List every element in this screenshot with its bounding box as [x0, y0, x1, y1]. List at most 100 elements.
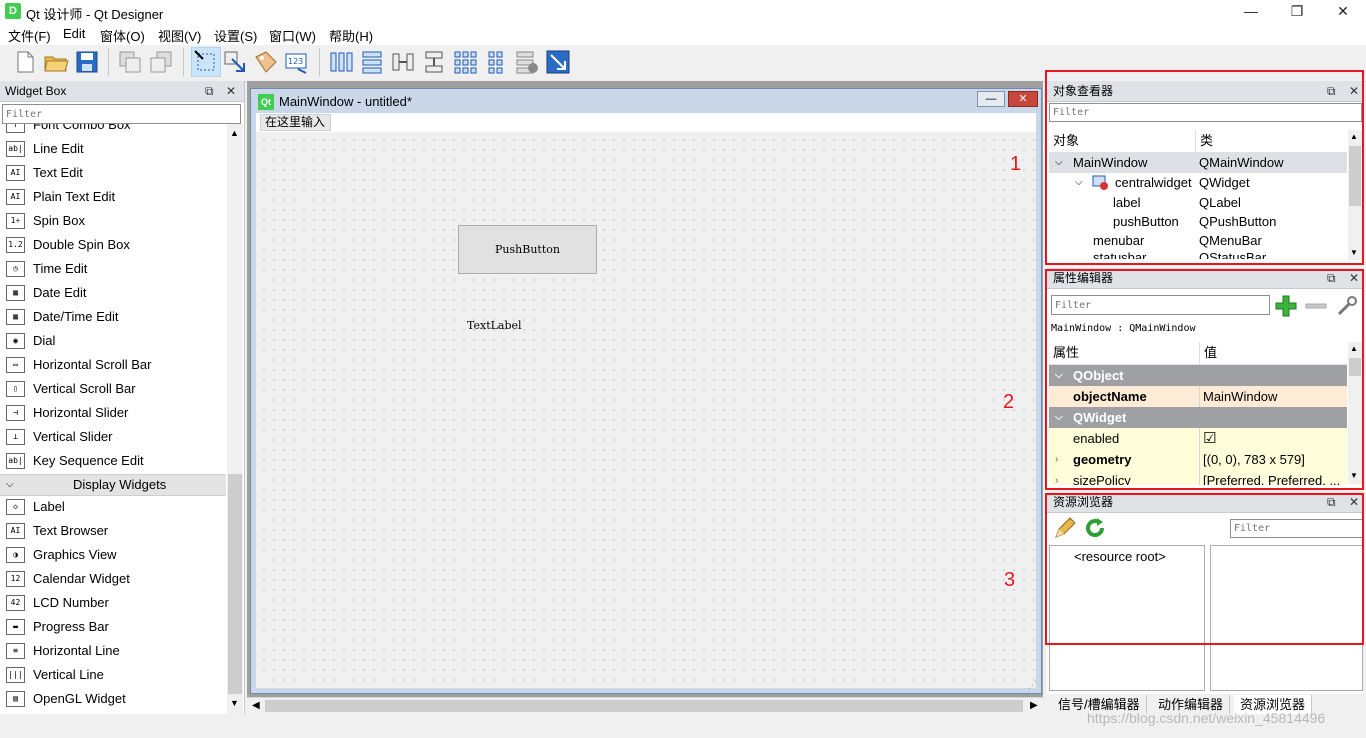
scroll-down-icon[interactable]: ▼: [230, 698, 239, 708]
column-value[interactable]: 值: [1199, 342, 1217, 364]
object-inspector-scrollbar[interactable]: ▲ ▼: [1348, 130, 1362, 260]
float-panel-icon[interactable]: ⧉: [1327, 268, 1336, 288]
scrollbar-thumb[interactable]: [265, 700, 1023, 712]
property-row-geometry[interactable]: › geometry [(0, 0), 783 x 579]: [1049, 449, 1347, 470]
text-label-widget[interactable]: TextLabel: [467, 319, 522, 332]
close-window-button[interactable]: ✕: [1320, 0, 1366, 23]
collapse-chevron-icon[interactable]: ⌵: [1055, 365, 1063, 386]
column-property[interactable]: 属性: [1053, 342, 1079, 364]
property-editor-scrollbar[interactable]: ▲ ▼: [1348, 342, 1362, 484]
edit-widgets-icon[interactable]: [191, 47, 221, 77]
save-icon[interactable]: [74, 49, 100, 75]
property-filter-input[interactable]: [1051, 295, 1270, 315]
edit-tab-order-icon[interactable]: 123: [284, 49, 310, 75]
configure-wrench-icon[interactable]: [1335, 294, 1361, 318]
widget-item[interactable]: ab| Line Edit: [0, 137, 226, 161]
type-here-menu[interactable]: 在这里输入: [260, 114, 331, 131]
resource-file-list[interactable]: [1210, 545, 1363, 691]
property-group-qwidget[interactable]: ⌵ QWidget: [1049, 407, 1347, 428]
property-value[interactable]: MainWindow: [1203, 386, 1277, 407]
tree-object-class[interactable]: QMenuBar: [1199, 231, 1262, 251]
property-value[interactable]: [Preferred, Preferred, ...: [1203, 470, 1340, 485]
send-to-back-icon[interactable]: [117, 49, 143, 75]
resource-tree[interactable]: <resource root>: [1049, 545, 1205, 691]
close-panel-icon[interactable]: ✕: [1349, 81, 1359, 101]
widget-item[interactable]: ◇ Label: [0, 495, 226, 519]
new-file-icon[interactable]: [12, 49, 38, 75]
layout-splitter-horizontal-icon[interactable]: [390, 49, 416, 75]
menu-help[interactable]: 帮助(H): [329, 26, 373, 45]
float-panel-icon[interactable]: ⧉: [205, 81, 214, 101]
scroll-left-icon[interactable]: ◀: [252, 700, 260, 711]
widget-item[interactable]: ⊥ Vertical Slider: [0, 425, 226, 449]
widget-item[interactable]: f Font Combo Box: [0, 124, 226, 137]
layout-vertical-icon[interactable]: [359, 49, 385, 75]
form-canvas[interactable]: [256, 132, 1036, 688]
float-panel-icon[interactable]: ⧉: [1327, 81, 1336, 101]
push-button-widget[interactable]: PushButton: [458, 225, 597, 274]
scrollbar-thumb[interactable]: [1349, 146, 1361, 206]
tree-object-name[interactable]: MainWindow: [1073, 153, 1147, 173]
widget-item[interactable]: ◷ Time Edit: [0, 257, 226, 281]
menu-view[interactable]: 视图(V): [158, 26, 201, 45]
scroll-right-icon[interactable]: ▶: [1030, 700, 1038, 711]
minimize-button[interactable]: —: [1228, 0, 1274, 23]
tree-object-class[interactable]: QMainWindow: [1199, 153, 1284, 173]
open-folder-icon[interactable]: [43, 49, 69, 75]
edit-buddies-icon[interactable]: [253, 49, 279, 75]
scroll-down-icon[interactable]: ▼: [1350, 248, 1358, 257]
widget-item[interactable]: AI Text Edit: [0, 161, 226, 185]
scrollbar-thumb[interactable]: [1349, 358, 1361, 376]
close-panel-icon[interactable]: ✕: [1349, 268, 1359, 288]
close-panel-icon[interactable]: ✕: [226, 81, 236, 101]
tree-object-class[interactable]: QStatusBar: [1199, 250, 1266, 259]
widget-item[interactable]: 1.2 Double Spin Box: [0, 233, 226, 257]
tree-object-name[interactable]: label: [1113, 193, 1140, 213]
property-row-enabled[interactable]: enabled ☑: [1049, 428, 1347, 449]
menu-form[interactable]: 窗体(O): [100, 26, 145, 45]
form-minimize-button[interactable]: —: [977, 91, 1005, 107]
resource-root-item[interactable]: <resource root>: [1074, 549, 1166, 564]
widget-item[interactable]: ▬ Progress Bar: [0, 615, 226, 639]
widget-item[interactable]: ▭ Horizontal Scroll Bar: [0, 353, 226, 377]
enabled-checkbox[interactable]: ☑: [1203, 428, 1216, 449]
float-panel-icon[interactable]: ⧉: [1327, 492, 1336, 512]
scroll-up-icon[interactable]: ▲: [1350, 132, 1358, 141]
widget-item[interactable]: ▯ Vertical Scroll Bar: [0, 377, 226, 401]
property-value[interactable]: [(0, 0), 783 x 579]: [1203, 449, 1305, 470]
property-row-objectname[interactable]: objectName MainWindow: [1049, 386, 1347, 407]
collapse-chevron-icon[interactable]: ⌵: [1055, 407, 1063, 428]
scrollbar-thumb[interactable]: [228, 474, 242, 694]
scroll-up-icon[interactable]: ▲: [230, 128, 239, 138]
mdi-horizontal-scrollbar[interactable]: ◀ ▶: [247, 697, 1043, 715]
adjust-size-icon[interactable]: [545, 49, 571, 75]
restore-button[interactable]: ❐: [1274, 0, 1320, 23]
widget-box-scrollbar[interactable]: ▲ ▼: [227, 124, 243, 714]
layout-horizontal-icon[interactable]: [328, 49, 354, 75]
widget-item[interactable]: ▦ Date Edit: [0, 281, 226, 305]
expand-chevron-icon[interactable]: ⌵: [1055, 153, 1063, 173]
menu-file[interactable]: 文件(F): [8, 26, 51, 45]
widget-item[interactable]: ▦ Date/Time Edit: [0, 305, 226, 329]
bring-to-front-icon[interactable]: [148, 49, 174, 75]
reload-icon[interactable]: [1083, 516, 1107, 540]
scroll-up-icon[interactable]: ▲: [1350, 344, 1358, 353]
expand-chevron-icon[interactable]: ⌵: [1075, 173, 1083, 193]
widget-item[interactable]: ◉ Dial: [0, 329, 226, 353]
close-panel-icon[interactable]: ✕: [1349, 492, 1359, 512]
add-dynamic-property-icon[interactable]: [1274, 294, 1298, 318]
widget-item[interactable]: AI Text Browser: [0, 519, 226, 543]
column-class[interactable]: 类: [1195, 130, 1213, 152]
menu-settings[interactable]: 设置(S): [214, 26, 257, 45]
category-display-widgets[interactable]: ⌵ Display Widgets: [0, 474, 226, 496]
object-filter-input[interactable]: [1049, 103, 1362, 122]
tree-object-name[interactable]: statusbar: [1093, 250, 1146, 259]
widget-item[interactable]: 1÷ Spin Box: [0, 209, 226, 233]
tree-object-name[interactable]: pushButton: [1113, 212, 1179, 232]
widget-item[interactable]: ||| Vertical Line: [0, 663, 226, 687]
edit-resources-pencil-icon[interactable]: [1053, 516, 1077, 540]
widget-item[interactable]: ≡ Horizontal Line: [0, 639, 226, 663]
tree-object-class[interactable]: QWidget: [1199, 173, 1250, 193]
column-object[interactable]: 对象: [1053, 130, 1079, 152]
property-row-sizepolicy[interactable]: › sizePolicy [Preferred, Preferred, ...: [1049, 470, 1347, 485]
